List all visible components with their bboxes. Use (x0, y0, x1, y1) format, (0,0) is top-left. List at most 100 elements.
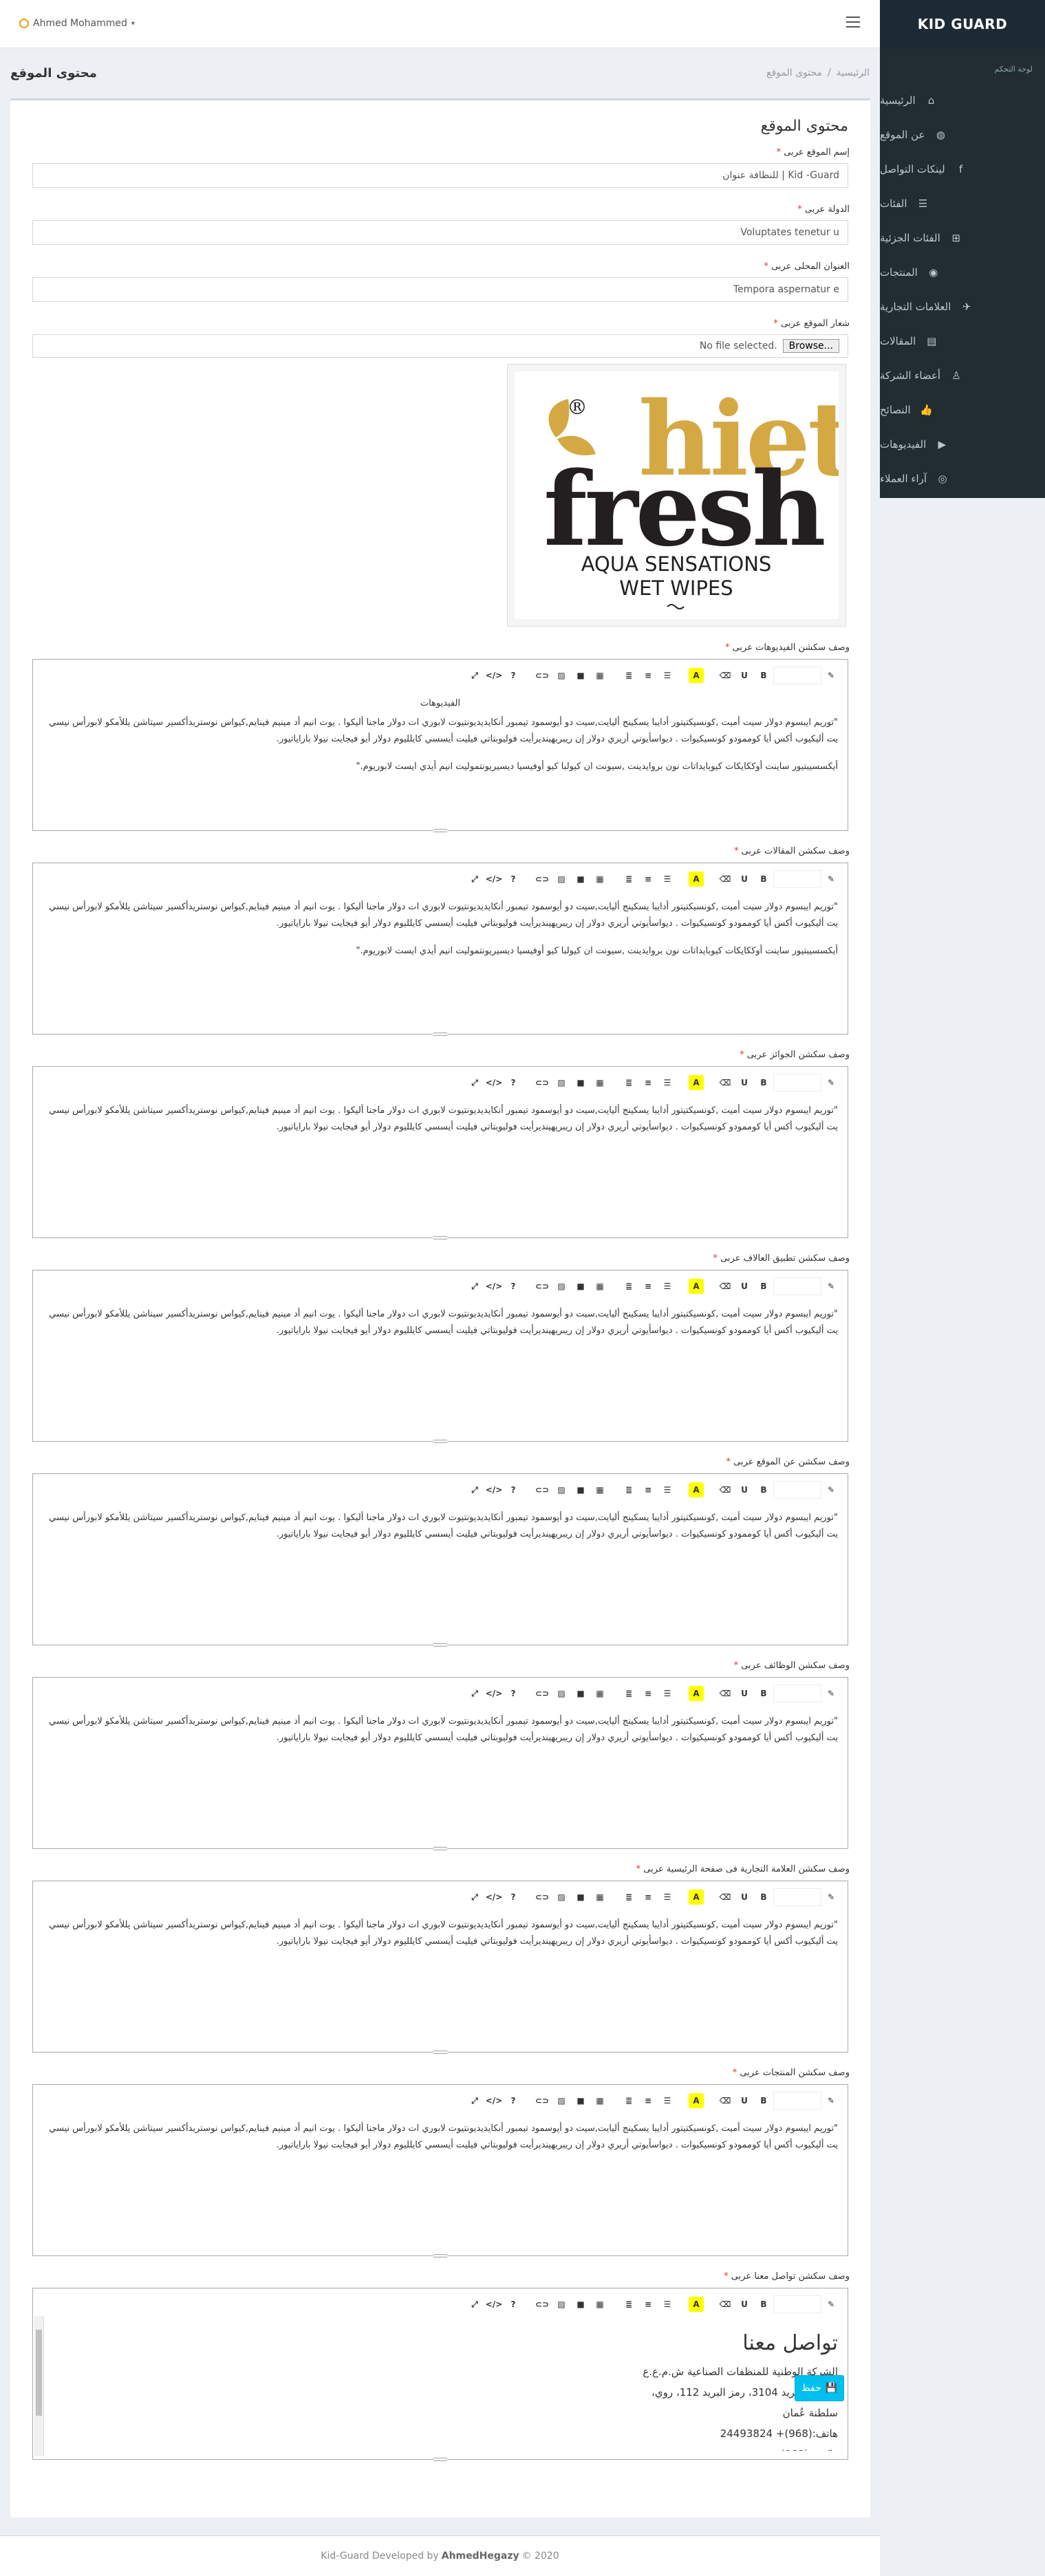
table-icon[interactable]: ▦ (590, 1481, 610, 1499)
sidebar-item-2[interactable]: f لينكات التواصل (880, 152, 1045, 186)
fullscreen-icon[interactable]: ⤢ (465, 2295, 484, 2313)
video-icon[interactable]: ■ (571, 1074, 590, 1092)
video-icon[interactable]: ■ (571, 1685, 590, 1702)
code-icon[interactable]: </> (484, 2092, 504, 2110)
sidebar-item-6[interactable]: ✈ العلامات التجارية (880, 290, 1045, 324)
rich-text-editor-6[interactable]: ✎ B U ⌫ A ☰ ≡ ≣ ▦ ■ ▨ ⊂⊃? </> ⤢ "توريم ايبسوم دولار سي… (32, 1881, 848, 2054)
highlight-icon[interactable]: A (687, 870, 706, 888)
highlight-icon[interactable]: A (687, 1481, 706, 1499)
font-size-select[interactable] (773, 1481, 821, 1499)
browse-button[interactable]: Browse... (782, 339, 839, 353)
link-icon[interactable]: ⊂⊃ (532, 2295, 552, 2313)
font-size-select[interactable] (773, 667, 821, 684)
fullscreen-icon[interactable]: ⤢ (465, 1685, 484, 1702)
underline-icon[interactable]: U (735, 1277, 754, 1295)
sidebar-item-3[interactable]: ☰ الفئات (880, 186, 1045, 221)
help-icon[interactable]: ? (504, 1888, 523, 1906)
eraser-icon[interactable]: ⌫ (715, 1481, 735, 1499)
font-size-select[interactable] (773, 2092, 821, 2110)
help-icon[interactable]: ? (504, 2295, 523, 2313)
magic-icon[interactable]: ✎ (821, 1481, 841, 1499)
sidebar-item-7[interactable]: ▤ المقالات (880, 324, 1045, 358)
rich-text-editor-7[interactable]: ✎ B U ⌫ A ☰ ≡ ≣ ▦ ■ ▨ ⊂⊃? </> ⤢ "توريم ايبسوم دولار سي… (32, 2084, 848, 2258)
image-icon[interactable]: ▨ (552, 1277, 571, 1295)
code-icon[interactable]: </> (484, 1074, 504, 1092)
ordered-list-icon[interactable]: ≡ (638, 1074, 658, 1092)
image-icon[interactable]: ▨ (552, 870, 571, 888)
unordered-list-icon[interactable]: ☰ (658, 667, 677, 684)
fullscreen-icon[interactable]: ⤢ (465, 870, 484, 888)
bold-icon[interactable]: B (754, 1074, 773, 1092)
code-icon[interactable]: </> (484, 1685, 504, 1702)
link-icon[interactable]: ⊂⊃ (532, 1685, 552, 1702)
link-icon[interactable]: ⊂⊃ (532, 1888, 552, 1906)
image-icon[interactable]: ▨ (552, 1685, 571, 1702)
highlight-icon[interactable]: A (687, 1888, 706, 1906)
fullscreen-icon[interactable]: ⤢ (465, 1277, 484, 1295)
magic-icon[interactable]: ✎ (821, 870, 841, 888)
rich-text-editor-8[interactable]: ✎ B U ⌫ A ☰ ≡ ≣ ▦ ■ ▨ ⊂⊃? </> ⤢ تواصل معنا الشركة الوطن… (32, 2288, 848, 2461)
unordered-list-icon[interactable]: ☰ (658, 1685, 677, 1702)
editor-resize-handle[interactable] (433, 2458, 447, 2461)
rich-text-editor-5[interactable]: ✎ B U ⌫ A ☰ ≡ ≣ ▦ ■ ▨ ⊂⊃? </> ⤢ "توريم ايبسوم دولار سي… (32, 1677, 848, 1850)
video-icon[interactable]: ■ (571, 870, 590, 888)
fullscreen-icon[interactable]: ⤢ (465, 1481, 484, 1499)
image-icon[interactable]: ▨ (552, 667, 571, 684)
eraser-icon[interactable]: ⌫ (715, 2092, 735, 2110)
rich-text-editor-3[interactable]: ✎ B U ⌫ A ☰ ≡ ≣ ▦ ■ ▨ ⊂⊃? </> ⤢ "توريم ايبسوم دولار سي… (32, 1270, 848, 1443)
user-menu[interactable]: Ahmed Mohammed ▾ (19, 18, 135, 29)
save-button[interactable]: 💾 حفظ (795, 2375, 844, 2401)
align-icon[interactable]: ≣ (619, 1481, 638, 1499)
help-icon[interactable]: ? (504, 1074, 523, 1092)
image-icon[interactable]: ▨ (552, 1888, 571, 1906)
highlight-icon[interactable]: A (687, 1074, 706, 1092)
font-size-select[interactable] (773, 1277, 821, 1295)
sidebar-item-0[interactable]: ⌂ الرئيسية (880, 83, 1045, 118)
ordered-list-icon[interactable]: ≡ (638, 1888, 658, 1906)
editor-resize-handle[interactable] (433, 1847, 447, 1850)
bold-icon[interactable]: B (754, 1685, 773, 1702)
help-icon[interactable]: ? (504, 667, 523, 684)
code-icon[interactable]: </> (484, 870, 504, 888)
code-icon[interactable]: </> (484, 667, 504, 684)
font-size-select[interactable] (773, 1888, 821, 1906)
magic-icon[interactable]: ✎ (821, 667, 841, 684)
editor-content[interactable]: "توريم ايبسوم دولار سيت أميت ,كونسيكتيتو… (43, 899, 838, 971)
ordered-list-icon[interactable]: ≡ (638, 1481, 658, 1499)
menu-toggle-icon[interactable] (846, 17, 860, 28)
underline-icon[interactable]: U (735, 1481, 754, 1499)
magic-icon[interactable]: ✎ (821, 1888, 841, 1906)
sidebar-item-9[interactable]: 👍 النصائح (880, 393, 1045, 427)
help-icon[interactable]: ? (504, 1685, 523, 1702)
image-icon[interactable]: ▨ (552, 1481, 571, 1499)
table-icon[interactable]: ▦ (590, 1277, 610, 1295)
table-icon[interactable]: ▦ (590, 870, 610, 888)
table-icon[interactable]: ▦ (590, 2092, 610, 2110)
ordered-list-icon[interactable]: ≡ (638, 2092, 658, 2110)
ordered-list-icon[interactable]: ≡ (638, 2295, 658, 2313)
align-icon[interactable]: ≣ (619, 870, 638, 888)
bold-icon[interactable]: B (754, 870, 773, 888)
code-icon[interactable]: </> (484, 1481, 504, 1499)
table-icon[interactable]: ▦ (590, 1888, 610, 1906)
help-icon[interactable]: ? (504, 1481, 523, 1499)
underline-icon[interactable]: U (735, 2295, 754, 2313)
rich-text-editor-2[interactable]: ✎ B U ⌫ A ☰ ≡ ≣ ▦ ■ ▨ ⊂⊃? </> ⤢ "توريم ايبسوم دولار سي… (32, 1066, 848, 1240)
editor-resize-handle[interactable] (433, 2050, 447, 2054)
editor-resize-handle[interactable] (433, 829, 447, 832)
video-icon[interactable]: ■ (571, 2295, 590, 2313)
magic-icon[interactable]: ✎ (821, 1277, 841, 1295)
magic-icon[interactable]: ✎ (821, 2092, 841, 2110)
highlight-icon[interactable]: A (687, 2295, 706, 2313)
help-icon[interactable]: ? (504, 2092, 523, 2110)
unordered-list-icon[interactable]: ☰ (658, 1074, 677, 1092)
help-icon[interactable]: ? (504, 870, 523, 888)
eraser-icon[interactable]: ⌫ (715, 1074, 735, 1092)
font-size-select[interactable] (773, 1074, 821, 1092)
footer-author-link[interactable]: AhmedHegazy (442, 2551, 519, 2562)
code-icon[interactable]: </> (484, 2295, 504, 2313)
editor-content[interactable]: "توريم ايبسوم دولار سيت أميت ,كونسيكتيتو… (43, 1917, 838, 1961)
bold-icon[interactable]: B (754, 1277, 773, 1295)
rich-text-editor-1[interactable]: ✎ B U ⌫ A ☰ ≡ ≣ ▦ ■ ▨ ⊂⊃? </> ⤢ "توريم ايبسوم دولار سي… (32, 863, 848, 1036)
breadcrumb-home[interactable]: الرئيسية (837, 67, 870, 78)
